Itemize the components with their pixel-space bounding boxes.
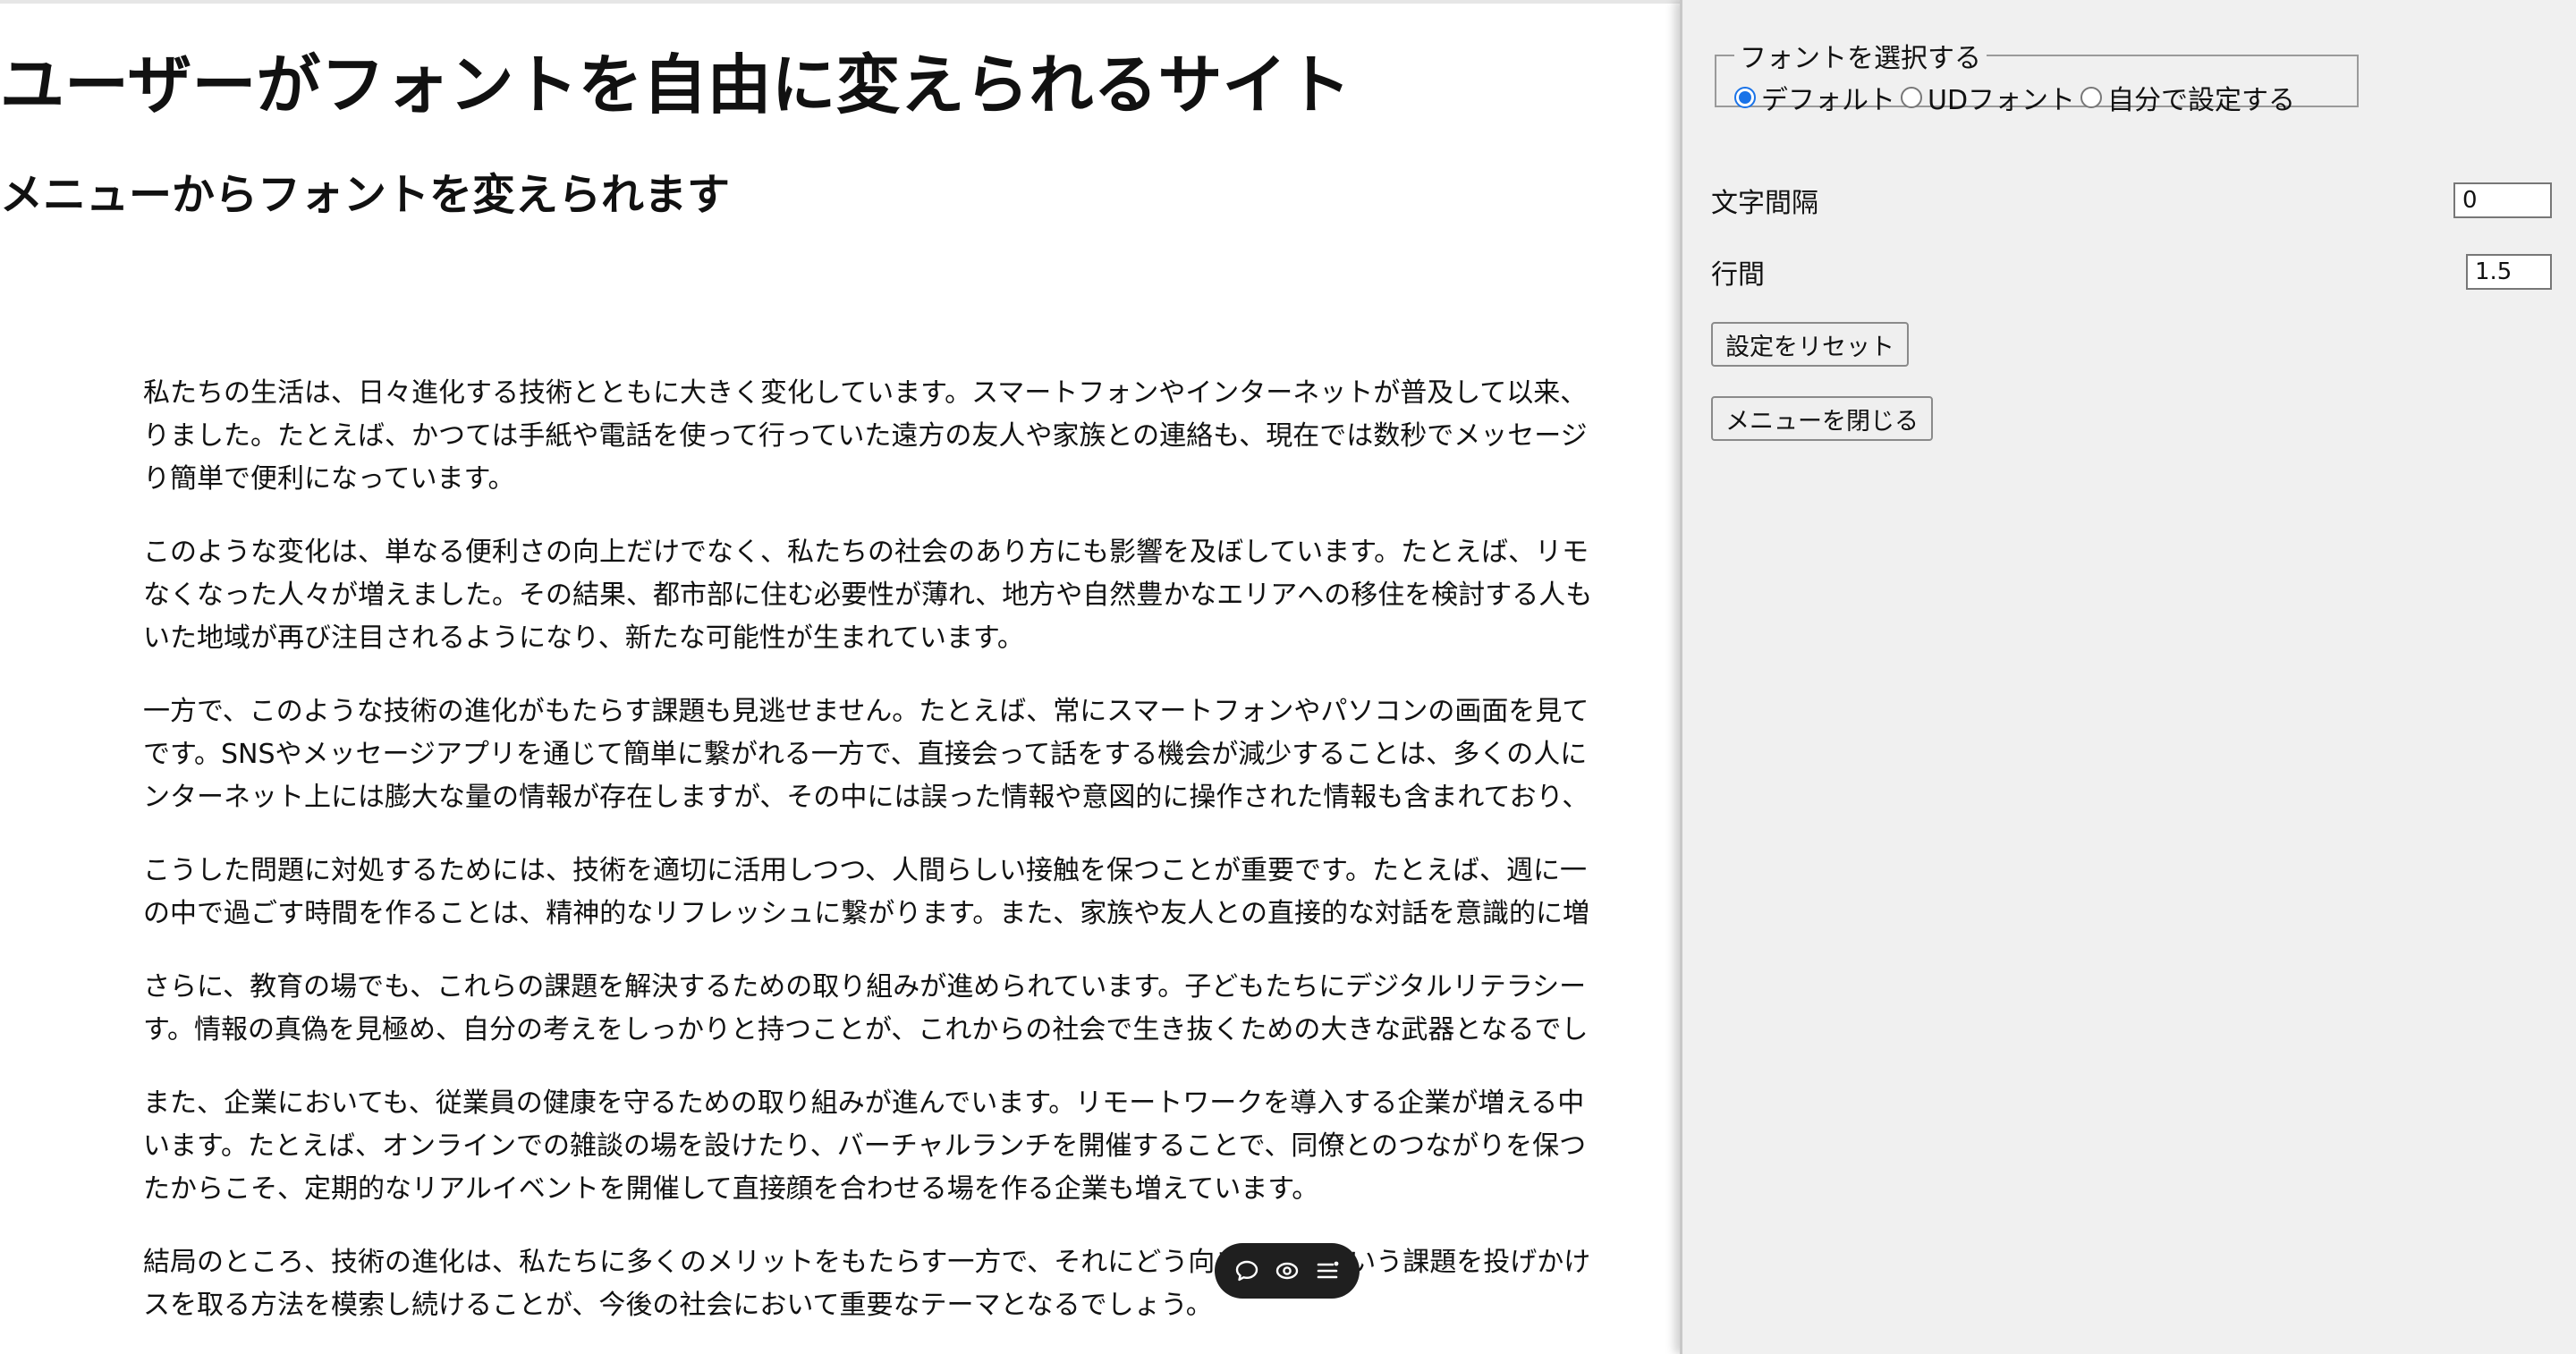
line-height-row: 行間 1.5 <box>1711 252 2552 292</box>
article-paragraph: さらに、教育の場でも、これらの課題を解決するための取り組みが進められています。子… <box>143 966 1680 1052</box>
page-title: ユーザーがフォントを自由に変えられるサイト <box>0 47 1352 123</box>
line-height-label: 行間 <box>1711 259 1765 291</box>
page-subtitle: メニューからフォントを変えられます <box>0 170 731 220</box>
paragraph-line: です。SNSやメッセージアプリを通じて簡単に繋がれる一方で、直接会って話をする機… <box>143 739 1588 770</box>
paragraph-line: います。たとえば、オンラインでの雑談の場を設けたり、バーチャルランチを開催するこ… <box>143 1130 1587 1162</box>
letter-spacing-row: 文字間隔 0 <box>1711 181 2552 220</box>
paragraph-line: たからこそ、定期的なリアルイベントを開催して直接顔を合わせる場を作る企業も増えて… <box>143 1173 1319 1205</box>
paragraph-line: いた地域が再び注目されるようになり、新たな可能性が生まれています。 <box>143 622 1024 654</box>
paragraph-line: こうした問題に対処するためには、技術を適切に活用しつつ、人間らしい接触を保つこと… <box>143 855 1587 886</box>
paragraph-line: ンターネット上には膨大な量の情報が存在しますが、その中には誤った情報や意図的に操… <box>143 782 1589 813</box>
paragraph-line: りました。たとえば、かつては手紙や電話を使って行っていた遠方の友人や家族との連絡… <box>143 420 1588 452</box>
paragraph-line: さらに、教育の場でも、これらの課題を解決するための取り組みが進められています。子… <box>143 971 1587 1003</box>
radio-ud[interactable] <box>1901 87 1922 108</box>
comment-icon[interactable] <box>1233 1257 1260 1284</box>
paragraph-line: り簡単で便利になっています。 <box>143 463 515 495</box>
article-paragraph: 結局のところ、技術の進化は、私たちに多くのメリットをもたらす一方で、それにどう向… <box>143 1241 1680 1327</box>
radio-default[interactable] <box>1734 87 1756 108</box>
paragraph-line: の中で過ごす時間を作ることは、精神的なリフレッシュに繋がります。また、家族や友人… <box>143 898 1589 929</box>
reset-settings-button[interactable]: 設定をリセット <box>1711 322 1909 367</box>
paragraph-line: スを取る方法を模索し続けることが、今後の社会において重要なテーマとなるでしょう。 <box>143 1290 1213 1321</box>
font-option-custom-label: 自分で設定する <box>2107 85 2296 116</box>
font-option-ud[interactable]: UDフォント <box>1901 78 2075 117</box>
paragraph-line: なくなった人々が増えました。その結果、都市部に住む必要性が薄れ、地方や自然豊かな… <box>143 580 1593 611</box>
font-select-group: フォントを選択する デフォルト UDフォント 自分で設定する <box>1715 36 2359 116</box>
font-option-ud-label: UDフォント <box>1928 85 2076 116</box>
menu-list-icon[interactable] <box>1314 1257 1341 1284</box>
font-select-legend: フォントを選択する <box>1740 43 1981 74</box>
paragraph-line: 結局のところ、技術の進化は、私たちに多くのメリットをもたらす一方で、それにどう向… <box>143 1247 1591 1278</box>
article-paragraph: こうした問題に対処するためには、技術を適切に活用しつつ、人間らしい接触を保つこと… <box>143 850 1680 935</box>
article-paragraph: 一方で、このような技術の進化がもたらす課題も見逃せません。たとえば、常にスマート… <box>143 690 1680 819</box>
floating-toolbar <box>1215 1243 1360 1299</box>
close-menu-button[interactable]: メニューを閉じる <box>1711 396 1933 441</box>
paragraph-line: また、企業においても、従業員の健康を守るための取り組みが進んでいます。リモートワ… <box>143 1087 1585 1119</box>
article-paragraph: 私たちの生活は、日々進化する技術とともに大きく変化しています。スマートフォンやイ… <box>143 372 1680 501</box>
main-content-area: ユーザーがフォントを自由に変えられるサイト メニューからフォントを変えられます … <box>0 0 1680 1354</box>
paragraph-line: す。情報の真偽を見極め、自分の考えをしっかりと持つことが、これからの社会で生き抜… <box>143 1014 1589 1045</box>
font-option-default[interactable]: デフォルト <box>1734 78 1895 117</box>
article-body: 私たちの生活は、日々進化する技術とともに大きく変化しています。スマートフォンやイ… <box>143 372 1680 1354</box>
article-paragraph: また、企業においても、従業員の健康を守るための取り組みが進んでいます。リモートワ… <box>143 1082 1680 1211</box>
paragraph-line: 一方で、このような技術の進化がもたらす課題も見逃せません。たとえば、常にスマート… <box>143 696 1589 727</box>
letter-spacing-input[interactable]: 0 <box>2453 182 2552 218</box>
paragraph-line: 私たちの生活は、日々進化する技術とともに大きく変化しています。スマートフォンやイ… <box>143 377 1588 409</box>
font-settings-panel: フォントを選択する デフォルト UDフォント 自分で設定する 文字間隔 0 行間… <box>1680 0 2576 1354</box>
line-height-input[interactable]: 1.5 <box>2466 254 2552 290</box>
radio-custom[interactable] <box>2080 87 2103 108</box>
font-option-default-label: デフォルト <box>1761 85 1895 116</box>
article-paragraph: このような変化は、単なる便利さの向上だけでなく、私たちの社会のあり方にも影響を及… <box>143 531 1680 660</box>
paragraph-line: このような変化は、単なる便利さの向上だけでなく、私たちの社会のあり方にも影響を及… <box>143 537 1589 568</box>
font-option-custom[interactable]: 自分で設定する <box>2080 78 2295 117</box>
eye-icon[interactable] <box>1274 1257 1301 1284</box>
letter-spacing-label: 文字間隔 <box>1711 188 1818 219</box>
